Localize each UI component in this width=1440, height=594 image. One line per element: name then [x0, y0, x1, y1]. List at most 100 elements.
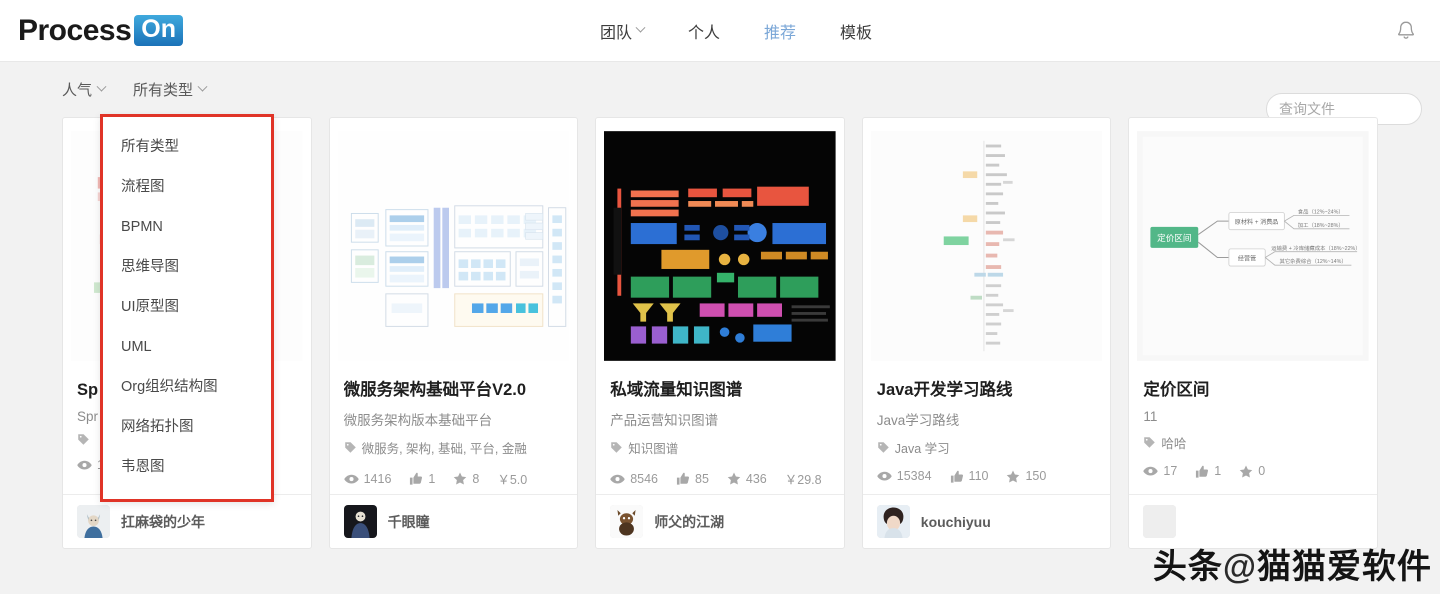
card-stats: 1416 1 8 ￥5.0: [344, 469, 564, 488]
bell-icon[interactable]: [1394, 18, 1418, 44]
eye-icon: [1143, 465, 1158, 477]
template-card[interactable]: 定价区间 原材料 + 消费品 经营管 食品（12%~24%） 加工（18%~28…: [1128, 117, 1378, 549]
card-description: 产品运营知识图谱: [610, 409, 830, 429]
dropdown-item-network-topology[interactable]: 网络拓扑图: [103, 407, 271, 447]
thumbnail-mindmap: 定价区间 原材料 + 消费品 经营管 食品（12%~24%） 加工（18%~28…: [1137, 126, 1369, 366]
card-thumbnail[interactable]: 定价区间 原材料 + 消费品 经营管 食品（12%~24%） 加工（18%~28…: [1137, 126, 1369, 366]
card-price: ￥5.0: [497, 469, 527, 488]
watermark: 头条@猫猫爱软件: [1153, 539, 1432, 588]
tag-icon: [1143, 436, 1156, 449]
avatar[interactable]: [877, 505, 910, 538]
avatar[interactable]: [344, 505, 377, 538]
dropdown-item-ui-prototype[interactable]: UI原型图: [103, 287, 271, 327]
card-stats: 15384 110 150: [877, 469, 1097, 483]
likes-count: 1: [1214, 464, 1221, 478]
nav-label-template: 模板: [840, 19, 872, 43]
top-header: Process On 团队 个人 推荐 模板: [0, 0, 1440, 62]
mindmap-leaf3-label: 运输费 + 冷库储藏成本（18%~22%）: [1272, 244, 1361, 252]
eye-icon: [610, 473, 625, 485]
stat-stars: 436: [727, 472, 767, 486]
nav-item-template[interactable]: 模板: [840, 19, 872, 43]
nav-label-personal: 个人: [688, 19, 720, 43]
avatar[interactable]: [77, 505, 110, 538]
thumbs-up-icon: [1195, 465, 1209, 478]
dropdown-item-mindmap[interactable]: 思维导图: [103, 247, 271, 287]
card-stats: 8546 85 436 ￥29.8: [610, 469, 830, 488]
avatar-image: [344, 505, 377, 538]
card-footer[interactable]: 扛麻袋的少年: [63, 494, 311, 548]
chevron-down-icon: [97, 82, 107, 92]
card-tags: Java 学习: [877, 438, 1097, 457]
card-stats: 17 1 0: [1143, 464, 1363, 478]
dropdown-item-all-types[interactable]: 所有类型: [103, 127, 271, 167]
card-tags-text: Java 学习: [895, 438, 950, 457]
thumbs-up-icon: [676, 472, 690, 485]
filter-all-types[interactable]: 所有类型: [133, 79, 206, 100]
template-card[interactable]: Java开发学习路线 Java学习路线 Java 学习: [862, 117, 1112, 549]
dropdown-item-venn[interactable]: 韦恩图: [103, 447, 271, 487]
filter-popularity-label: 人气: [62, 79, 92, 100]
watermark-name: 猫猫爱软件: [1257, 548, 1432, 586]
filter-popularity[interactable]: 人气: [62, 79, 105, 100]
nav-label-team: 团队: [600, 19, 632, 43]
card-title: 定价区间: [1143, 376, 1363, 400]
nav-item-recommend[interactable]: 推荐: [764, 19, 796, 43]
type-filter-dropdown[interactable]: 所有类型 流程图 BPMN 思维导图 UI原型图 UML Org组织结构图 网络…: [100, 114, 274, 502]
card-thumbnail[interactable]: [338, 126, 570, 366]
eye-icon: [77, 459, 92, 471]
nav-item-personal[interactable]: 个人: [688, 19, 720, 43]
tag-icon: [610, 441, 623, 454]
logo-text: Process: [18, 14, 131, 48]
template-card[interactable]: 微服务架构基础平台V2.0 微服务架构版本基础平台 微服务, 架构, 基础, 平…: [329, 117, 579, 549]
card-tags: 知识图谱: [610, 438, 830, 457]
dropdown-item-uml[interactable]: UML: [103, 327, 271, 367]
dropdown-item-org-chart[interactable]: Org组织结构图: [103, 367, 271, 407]
dropdown-item-flowchart[interactable]: 流程图: [103, 167, 271, 207]
card-description: Java学习路线: [877, 409, 1097, 429]
avatar[interactable]: [1143, 505, 1176, 538]
stars-count: 8: [472, 472, 479, 486]
avatar-image: [610, 505, 643, 538]
template-card[interactable]: 私域流量知识图谱 产品运营知识图谱 知识图谱 8546: [595, 117, 845, 549]
card-thumbnail[interactable]: [604, 126, 836, 366]
stat-likes: 110: [950, 469, 989, 483]
tag-icon: [344, 441, 357, 454]
tag-icon: [77, 433, 90, 446]
card-thumbnail[interactable]: [871, 126, 1103, 366]
views-count: 15384: [897, 469, 932, 483]
processon-logo[interactable]: Process On: [18, 14, 183, 48]
views-count: 8546: [630, 472, 658, 486]
card-tags: 哈哈: [1143, 433, 1363, 452]
thumbs-up-icon: [409, 472, 423, 485]
card-price: ￥29.8: [785, 469, 822, 488]
main-nav: 团队 个人 推荐 模板: [600, 19, 872, 43]
mindmap-node2-label: 经营管: [1238, 254, 1256, 262]
filter-all-types-label: 所有类型: [133, 79, 193, 100]
star-icon: [1239, 465, 1253, 478]
nav-label-recommend: 推荐: [764, 19, 796, 43]
dropdown-item-bpmn[interactable]: BPMN: [103, 207, 271, 247]
eye-icon: [877, 470, 892, 482]
mindmap-leaf2-label: 加工（18%~28%）: [1298, 221, 1344, 229]
search-input[interactable]: [1279, 101, 1440, 117]
thumbnail-roadmap-faint: [871, 126, 1103, 366]
author-name: 师父的江湖: [654, 512, 724, 532]
star-icon: [727, 472, 741, 485]
views-count: 1416: [364, 472, 392, 486]
card-footer[interactable]: 师父的江湖: [596, 494, 844, 548]
stat-stars: 150: [1006, 469, 1046, 483]
avatar[interactable]: [610, 505, 643, 538]
eye-icon: [344, 473, 359, 485]
thumbnail-architecture-light: [338, 126, 570, 366]
stars-count: 0: [1258, 464, 1265, 478]
card-footer[interactable]: 千眼瞳: [330, 494, 578, 548]
card-footer[interactable]: kouchiyuu: [863, 494, 1111, 548]
chevron-down-icon: [636, 23, 646, 33]
likes-count: 110: [969, 469, 989, 483]
watermark-prefix: 头条: [1153, 548, 1223, 586]
card-title: Java开发学习路线: [877, 376, 1097, 400]
nav-item-team[interactable]: 团队: [600, 19, 644, 43]
avatar-image: [877, 505, 910, 538]
tag-icon: [877, 441, 890, 454]
avatar-image: [1143, 505, 1176, 538]
